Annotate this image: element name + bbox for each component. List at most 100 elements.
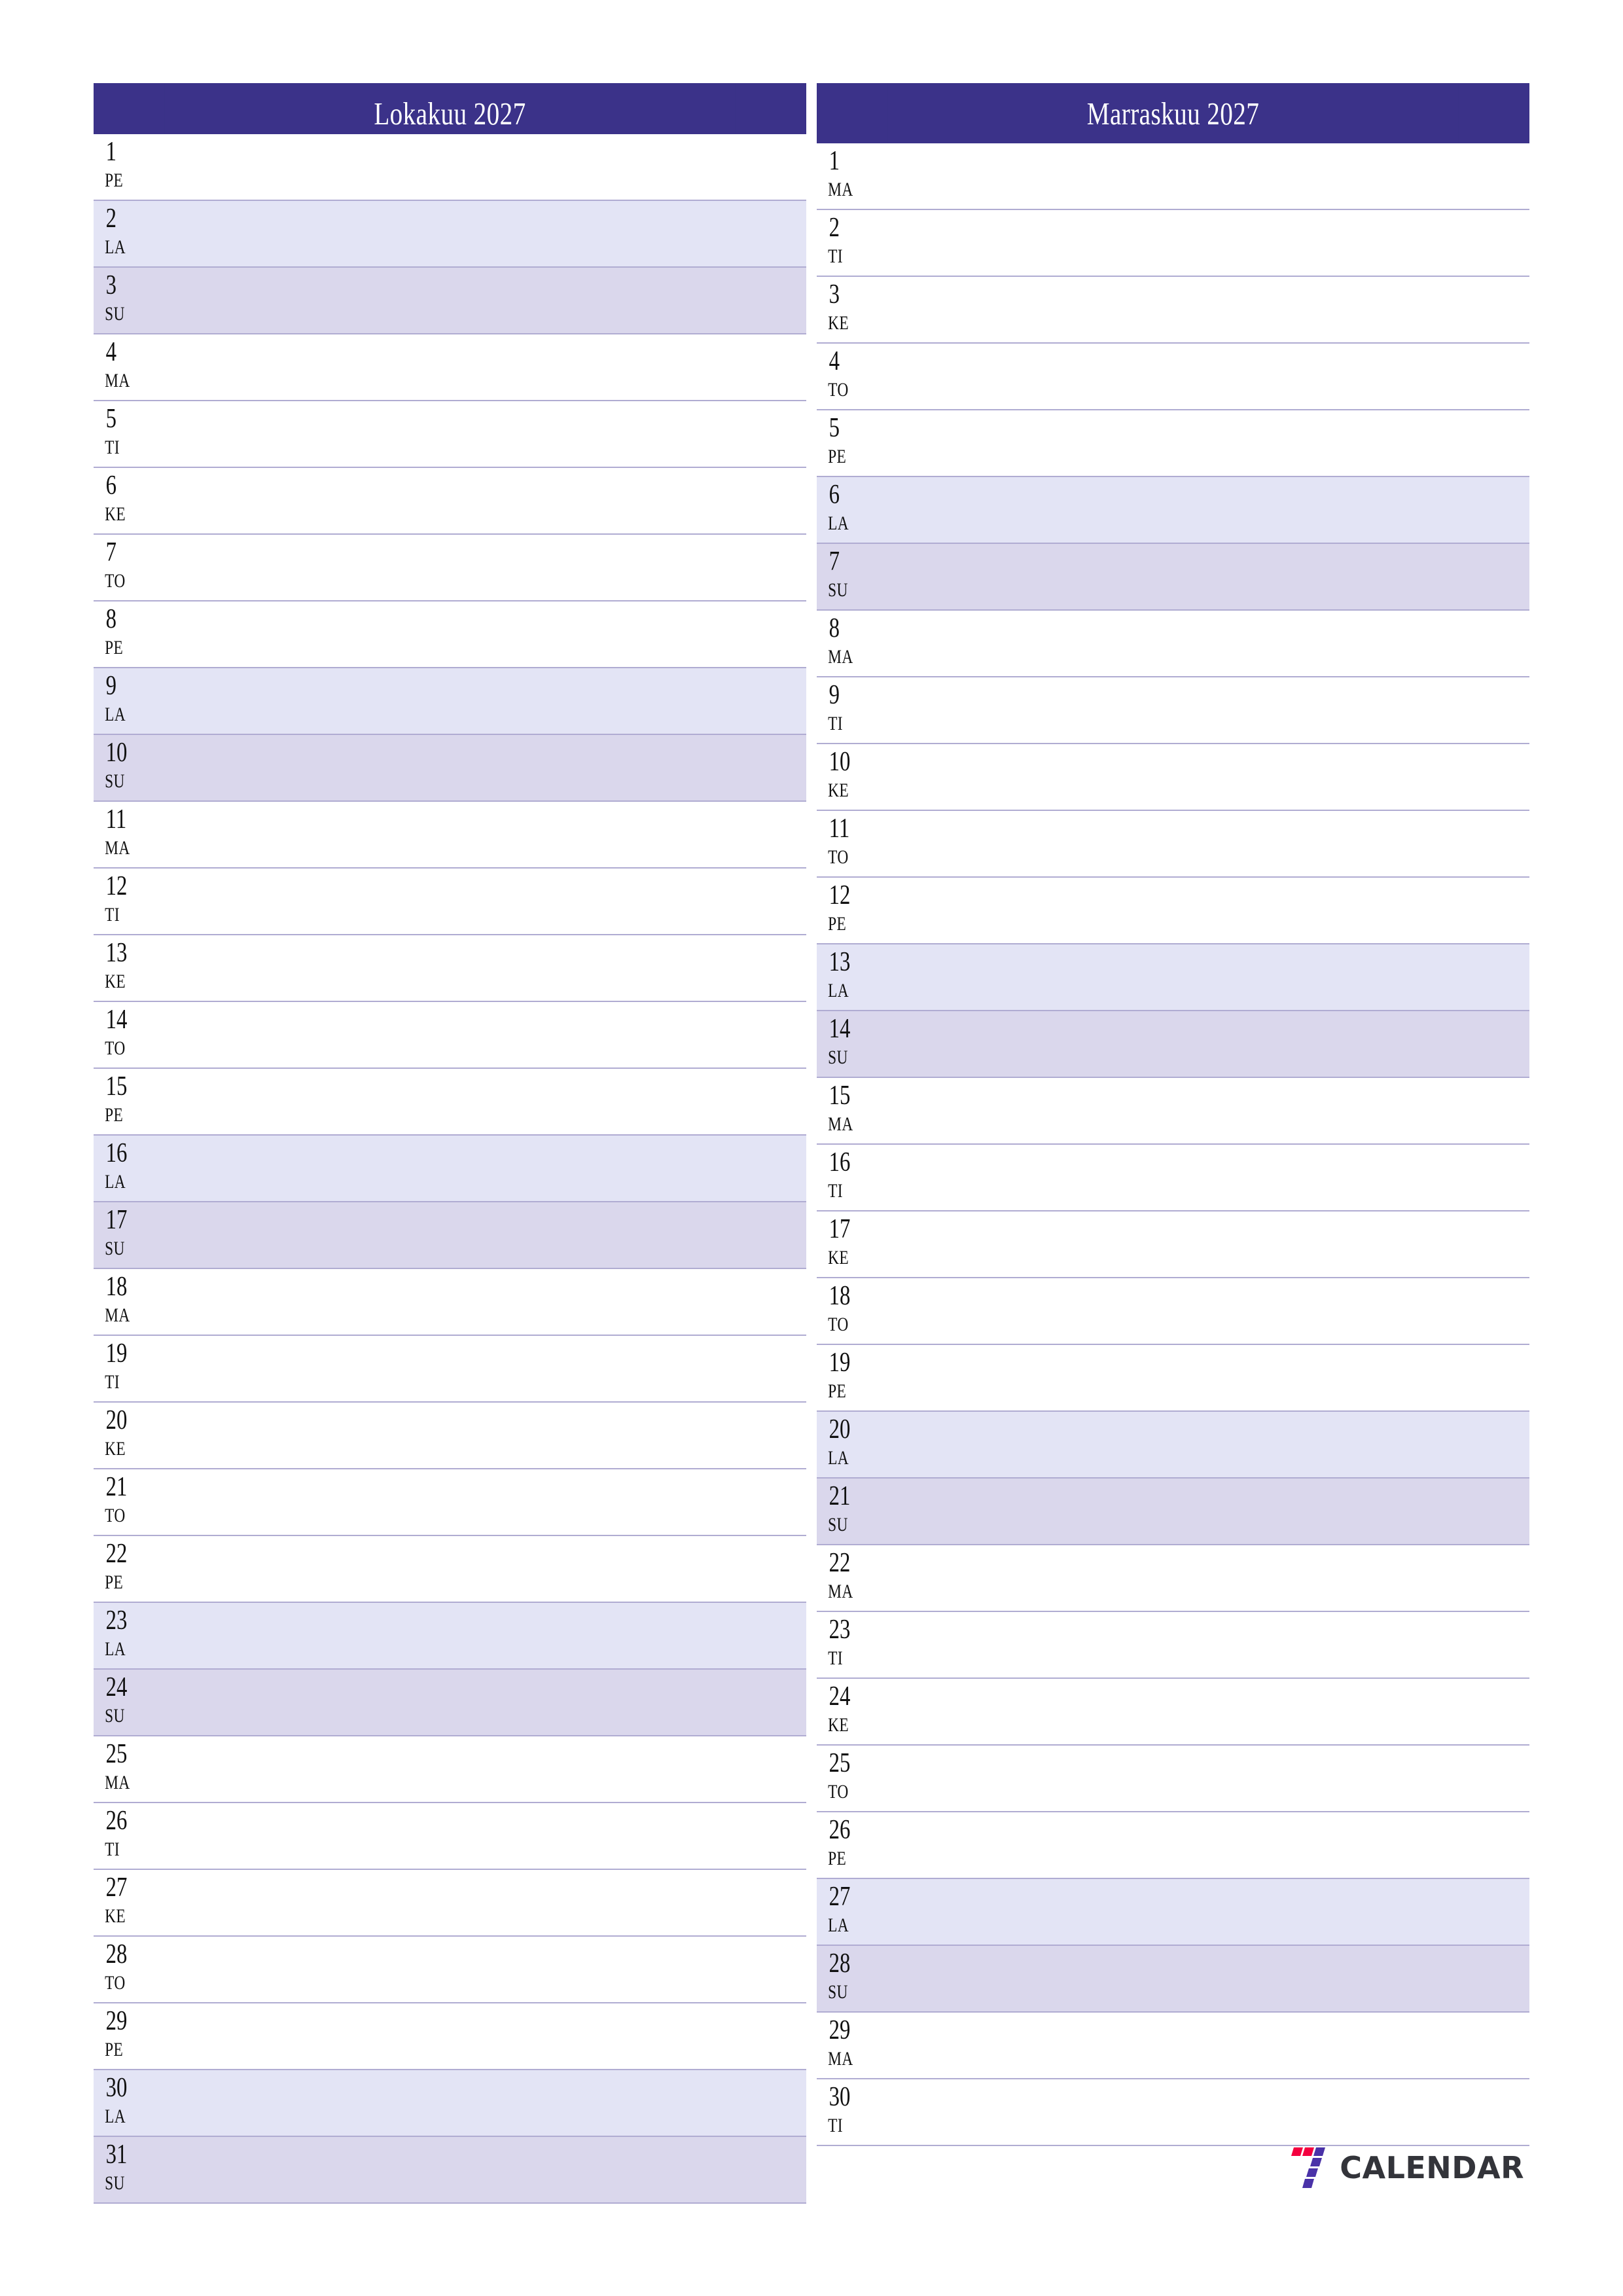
day-row[interactable]: 20 LA	[817, 1412, 1529, 1479]
day-row[interactable]: 10 SU	[94, 735, 806, 802]
day-row[interactable]: 13 KE	[94, 935, 806, 1002]
day-row[interactable]: 25 TO	[817, 1746, 1529, 1812]
day-row[interactable]: 18 MA	[94, 1269, 806, 1336]
day-row[interactable]: 22 MA	[817, 1545, 1529, 1612]
day-number: 26	[829, 1815, 851, 1845]
day-row[interactable]: 19 PE	[817, 1345, 1529, 1412]
day-row[interactable]: 15 PE	[94, 1069, 806, 1136]
day-row[interactable]: 15 MA	[817, 1078, 1529, 1145]
day-weekday-abbrev: PE	[828, 913, 847, 935]
day-number: 24	[105, 1672, 128, 1702]
day-row[interactable]: 17 SU	[94, 1202, 806, 1269]
day-number: 1	[829, 146, 840, 176]
day-row[interactable]: 17 KE	[817, 1211, 1529, 1278]
day-row[interactable]: 28 SU	[817, 1946, 1529, 2013]
day-row[interactable]: 24 KE	[817, 1679, 1529, 1746]
day-number: 27	[829, 1882, 851, 1912]
day-weekday-abbrev: TI	[105, 904, 120, 925]
day-row[interactable]: 27 LA	[817, 1879, 1529, 1946]
month-title-right: Marraskuu 2027	[887, 83, 1459, 143]
day-weekday-abbrev: LA	[105, 2106, 126, 2127]
day-row[interactable]: 21 TO	[94, 1469, 806, 1536]
day-weekday-abbrev: SU	[105, 1705, 125, 1727]
day-weekday-abbrev: PE	[828, 1848, 847, 1869]
day-weekday-abbrev: PE	[105, 170, 124, 191]
day-row[interactable]: 29 PE	[94, 2003, 806, 2070]
month-header-left: Lokakuu 2027	[94, 83, 806, 134]
day-row[interactable]: 7 TO	[94, 535, 806, 601]
day-row[interactable]: 23 TI	[817, 1612, 1529, 1679]
day-row[interactable]: 2 TI	[817, 210, 1529, 277]
day-row[interactable]: 22 PE	[94, 1536, 806, 1603]
day-weekday-abbrev: MA	[828, 646, 853, 668]
day-row[interactable]: 5 TI	[94, 401, 806, 468]
day-number: 18	[829, 1281, 851, 1311]
day-number: 5	[829, 413, 840, 443]
day-row[interactable]: 29 MA	[817, 2013, 1529, 2079]
day-row[interactable]: 21 SU	[817, 1479, 1529, 1545]
day-row[interactable]: 12 TI	[94, 869, 806, 935]
day-weekday-abbrev: TO	[105, 1972, 126, 1994]
day-row[interactable]: 23 LA	[94, 1603, 806, 1670]
month-header-right: Marraskuu 2027	[817, 83, 1529, 143]
day-number: 1	[105, 137, 117, 167]
day-row[interactable]: 12 PE	[817, 878, 1529, 944]
day-number: 8	[105, 604, 117, 634]
day-row[interactable]: 8 PE	[94, 601, 806, 668]
day-row[interactable]: 13 LA	[817, 944, 1529, 1011]
day-row[interactable]: 9 LA	[94, 668, 806, 735]
day-weekday-abbrev: LA	[105, 236, 126, 258]
day-number: 30	[829, 2082, 851, 2112]
day-weekday-abbrev: TO	[828, 379, 849, 401]
day-weekday-abbrev: SU	[828, 1047, 848, 1068]
day-weekday-abbrev: SU	[828, 1514, 848, 1535]
day-row[interactable]: 6 KE	[94, 468, 806, 535]
day-row[interactable]: 9 TI	[817, 677, 1529, 744]
day-row[interactable]: 28 TO	[94, 1937, 806, 2003]
day-row[interactable]: 3 SU	[94, 268, 806, 334]
day-number: 29	[829, 2015, 851, 2045]
day-row[interactable]: 4 TO	[817, 344, 1529, 410]
day-number: 7	[829, 547, 840, 577]
day-row[interactable]: 26 PE	[817, 1812, 1529, 1879]
day-row[interactable]: 1 PE	[94, 134, 806, 201]
day-row[interactable]: 16 TI	[817, 1145, 1529, 1211]
day-row[interactable]: 6 LA	[817, 477, 1529, 544]
day-weekday-abbrev: MA	[828, 2048, 853, 2070]
day-number: 11	[105, 804, 127, 834]
day-number: 9	[105, 671, 117, 701]
day-row[interactable]: 11 MA	[94, 802, 806, 869]
day-list-left: 1 PE 2 LA 3 SU 4 MA 5 TI 6 KE 7 TO 8 PE 9 LA 10 SU 11 MA 12 TI 1…	[94, 134, 806, 2204]
day-row[interactable]: 20 KE	[94, 1403, 806, 1469]
day-number: 17	[105, 1205, 128, 1235]
day-row[interactable]: 31 SU	[94, 2137, 806, 2204]
day-number: 6	[105, 471, 117, 501]
day-row[interactable]: 16 LA	[94, 1136, 806, 1202]
day-row[interactable]: 30 LA	[94, 2070, 806, 2137]
day-weekday-abbrev: PE	[828, 1380, 847, 1402]
day-row[interactable]: 10 KE	[817, 744, 1529, 811]
day-weekday-abbrev: KE	[105, 971, 126, 992]
day-row[interactable]: 5 PE	[817, 410, 1529, 477]
day-row[interactable]: 11 TO	[817, 811, 1529, 878]
day-weekday-abbrev: SU	[828, 1981, 848, 2003]
day-number: 17	[829, 1214, 851, 1244]
day-number: 23	[105, 1605, 128, 1636]
day-row[interactable]: 24 SU	[94, 1670, 806, 1736]
day-row[interactable]: 2 LA	[94, 201, 806, 268]
day-row[interactable]: 14 TO	[94, 1002, 806, 1069]
day-row[interactable]: 25 MA	[94, 1736, 806, 1803]
day-row[interactable]: 18 TO	[817, 1278, 1529, 1345]
day-row[interactable]: 27 KE	[94, 1870, 806, 1937]
day-row[interactable]: 19 TI	[94, 1336, 806, 1403]
day-number: 25	[829, 1748, 851, 1778]
day-number: 24	[829, 1681, 851, 1712]
day-row[interactable]: 8 MA	[817, 611, 1529, 677]
day-row[interactable]: 14 SU	[817, 1011, 1529, 1078]
day-row[interactable]: 26 TI	[94, 1803, 806, 1870]
day-row[interactable]: 1 MA	[817, 143, 1529, 210]
day-row[interactable]: 3 KE	[817, 277, 1529, 344]
day-row[interactable]: 7 SU	[817, 544, 1529, 611]
day-weekday-abbrev: SU	[105, 1238, 125, 1259]
day-row[interactable]: 4 MA	[94, 334, 806, 401]
